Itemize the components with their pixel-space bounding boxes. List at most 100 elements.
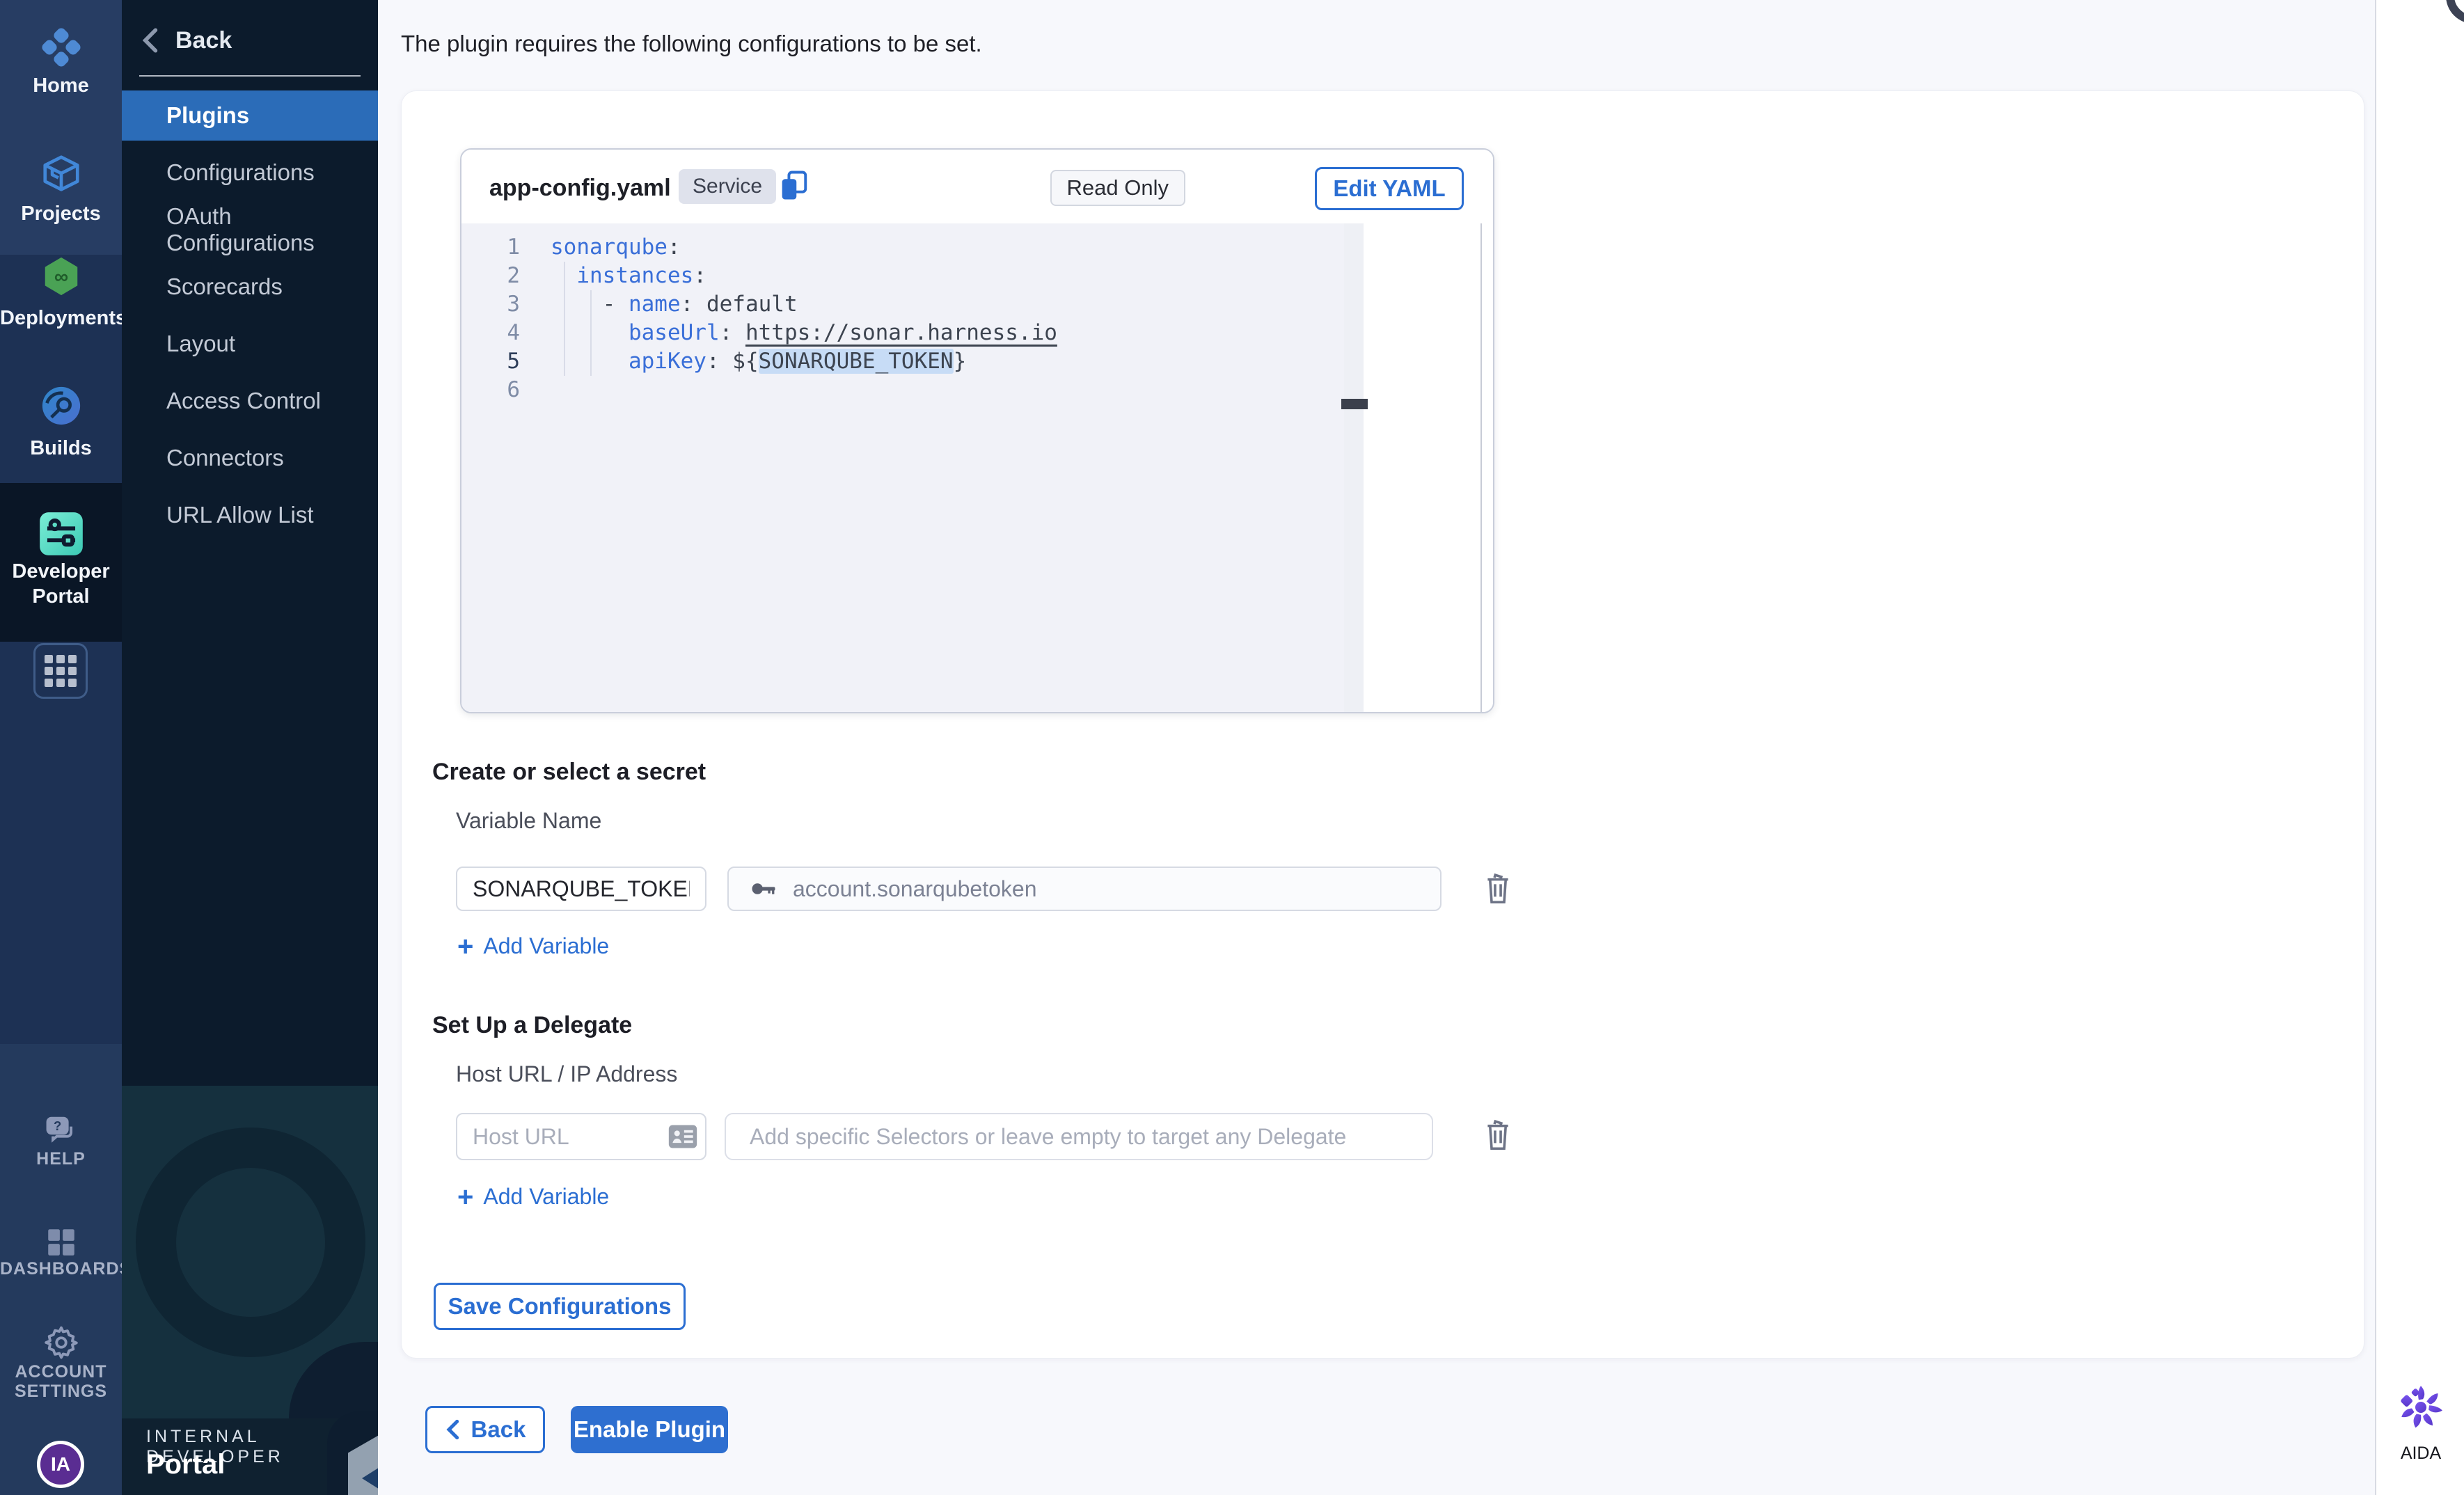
yaml-editor-panel: app-config.yaml Service Read Only Edit Y… xyxy=(460,148,1494,713)
deployments-hexagon-icon[interactable]: ∞ xyxy=(0,255,122,298)
nav-item-projects[interactable]: Projects xyxy=(0,202,122,226)
add-variable-link-secret[interactable]: + Add Variable xyxy=(457,933,609,959)
variable-name-label: Variable Name xyxy=(456,808,601,834)
code-text: apiKey: ${SONARQUBE_TOKEN} xyxy=(551,347,966,376)
developer-portal-icon[interactable] xyxy=(0,508,122,560)
line-number: 1 xyxy=(461,233,520,262)
help-rail: AIDA xyxy=(2375,0,2464,1495)
line-number: 5 xyxy=(461,347,520,376)
nav-item-help[interactable]: HELP xyxy=(0,1148,122,1169)
sidebar-item-scorecards[interactable]: Scorecards xyxy=(122,262,378,312)
svg-text:∞: ∞ xyxy=(54,266,68,288)
dashboards-icon[interactable] xyxy=(0,1225,122,1260)
sidebar-item-layout[interactable]: Layout xyxy=(122,319,378,369)
code-text: baseUrl: https://sonar.harness.io xyxy=(551,319,1057,347)
back-nav[interactable]: Back xyxy=(139,21,362,60)
plus-icon: + xyxy=(457,1186,473,1208)
add-variable-link-delegate[interactable]: + Add Variable xyxy=(457,1184,609,1210)
chevron-left-icon xyxy=(445,1419,460,1440)
delegate-selectors-input[interactable] xyxy=(725,1113,1433,1160)
sidebar-divider xyxy=(139,75,361,77)
key-icon xyxy=(748,873,779,904)
yaml-editor-header: app-config.yaml Service Read Only Edit Y… xyxy=(461,150,1493,223)
code-area[interactable]: 1sonarqube:2 instances:3 - name: default… xyxy=(461,223,1344,713)
delete-variable-icon[interactable] xyxy=(1482,869,1514,910)
editor-overview-ruler[interactable] xyxy=(1344,223,1364,713)
code-line-4[interactable]: 4 baseUrl: https://sonar.harness.io xyxy=(461,319,1344,347)
code-text: - name: default xyxy=(551,290,798,319)
svg-text:?: ? xyxy=(53,1118,61,1133)
add-variable-label: Add Variable xyxy=(483,1184,609,1210)
avatar[interactable]: IA xyxy=(37,1441,84,1488)
code-line-5[interactable]: 5 apiKey: ${SONARQUBE_TOKEN} xyxy=(461,347,1344,376)
nav-item-developer-portal[interactable]: Developer xyxy=(0,560,122,583)
service-badge: Service xyxy=(679,169,776,204)
secret-reference-field[interactable]: account.sonarqubetoken xyxy=(727,867,1442,911)
sidebar-item-access-control[interactable]: Access Control xyxy=(122,376,378,426)
secret-section-heading: Create or select a secret xyxy=(432,759,706,786)
sidebar-item-configurations[interactable]: Configurations xyxy=(122,148,378,198)
code-line-6[interactable]: 6 xyxy=(461,376,1344,404)
nav-item-home[interactable]: Home xyxy=(0,74,122,97)
line-number: 6 xyxy=(461,376,520,404)
plus-icon: + xyxy=(457,935,473,958)
nav-item-account-settings-line2[interactable]: SETTINGS xyxy=(0,1381,122,1402)
apps-grid-icon[interactable] xyxy=(33,643,88,699)
harness-home-icon[interactable] xyxy=(0,25,122,70)
back-button[interactable]: Back xyxy=(425,1406,545,1453)
enable-plugin-button[interactable]: Enable Plugin xyxy=(571,1406,728,1453)
editor-right-boundary xyxy=(1480,223,1482,713)
builds-circle-icon[interactable] xyxy=(0,384,122,427)
code-text: instances: xyxy=(551,262,706,290)
indent-guide xyxy=(590,290,592,376)
aida-flower-icon xyxy=(2395,1382,2447,1433)
code-text: sonarqube: xyxy=(551,233,681,262)
sidebar-footer-art: INTERNAL DEVELOPER Portal xyxy=(122,1086,378,1495)
chevron-left-icon xyxy=(139,27,160,54)
sidebar-item-plugins[interactable]: Plugins xyxy=(122,90,378,141)
indent-guide xyxy=(564,262,565,376)
aida-label: AIDA xyxy=(2376,1443,2464,1464)
sidebar-item-connectors[interactable]: Connectors xyxy=(122,433,378,483)
decor-ring xyxy=(136,1128,365,1357)
line-number: 3 xyxy=(461,290,520,319)
apps-grid-glyph xyxy=(45,655,77,687)
cube-icon[interactable] xyxy=(0,152,122,195)
back-button-label: Back xyxy=(471,1416,526,1443)
copy-icon[interactable] xyxy=(776,168,812,207)
nav-item-builds[interactable]: Builds xyxy=(0,436,122,460)
help-chat-icon[interactable]: ? xyxy=(0,1112,122,1148)
code-line-2[interactable]: 2 instances: xyxy=(461,262,1344,290)
sidebar-item-oauth-configurations[interactable]: OAuth Configurations xyxy=(122,205,378,255)
sidebar-item-url-allow-list[interactable]: URL Allow List xyxy=(122,490,378,540)
variable-name-input[interactable] xyxy=(456,867,706,911)
back-label: Back xyxy=(175,27,232,54)
nav-item-dashboards[interactable]: DASHBOARDS xyxy=(0,1258,122,1279)
delegate-section-heading: Set Up a Delegate xyxy=(432,1012,632,1039)
host-url-label: Host URL / IP Address xyxy=(456,1061,677,1087)
add-variable-label: Add Variable xyxy=(483,933,609,959)
delete-delegate-row-icon[interactable] xyxy=(1482,1116,1514,1157)
gear-icon[interactable] xyxy=(0,1324,122,1361)
yaml-code-editor[interactable]: 1sonarqube:2 instances:3 - name: default… xyxy=(461,223,1493,713)
code-line-1[interactable]: 1 sonarqube: xyxy=(461,233,1344,262)
edit-yaml-button[interactable]: Edit YAML xyxy=(1315,167,1464,210)
line-number: 2 xyxy=(461,262,520,290)
editor-scroll-marker xyxy=(1341,399,1368,409)
nav-item-deployments[interactable]: Deployments xyxy=(0,306,122,330)
corner-arc-decor xyxy=(2446,0,2464,24)
read-only-badge: Read Only xyxy=(1050,170,1185,206)
main-content: The plugin requires the following config… xyxy=(378,0,2375,1495)
module-nav-rail: Home Projects ∞ Deployments Builds Devel… xyxy=(0,0,122,1495)
code-line-3[interactable]: 3 - name: default xyxy=(461,290,1344,319)
secret-reference-value: account.sonarqubetoken xyxy=(793,876,1036,902)
brand-title: Portal xyxy=(146,1449,225,1480)
nav-item-developer-portal-line2[interactable]: Portal xyxy=(0,585,122,608)
save-configurations-button[interactable]: Save Configurations xyxy=(434,1283,686,1330)
contact-card-icon[interactable] xyxy=(668,1123,698,1154)
intro-text: The plugin requires the following config… xyxy=(401,31,982,57)
aida-button[interactable]: AIDA xyxy=(2376,1382,2464,1464)
nav-item-account-settings[interactable]: ACCOUNT xyxy=(0,1361,122,1382)
configuration-card: app-config.yaml Service Read Only Edit Y… xyxy=(401,90,2364,1359)
settings-sidebar: Back Plugins Configurations OAuth Config… xyxy=(122,0,378,1495)
